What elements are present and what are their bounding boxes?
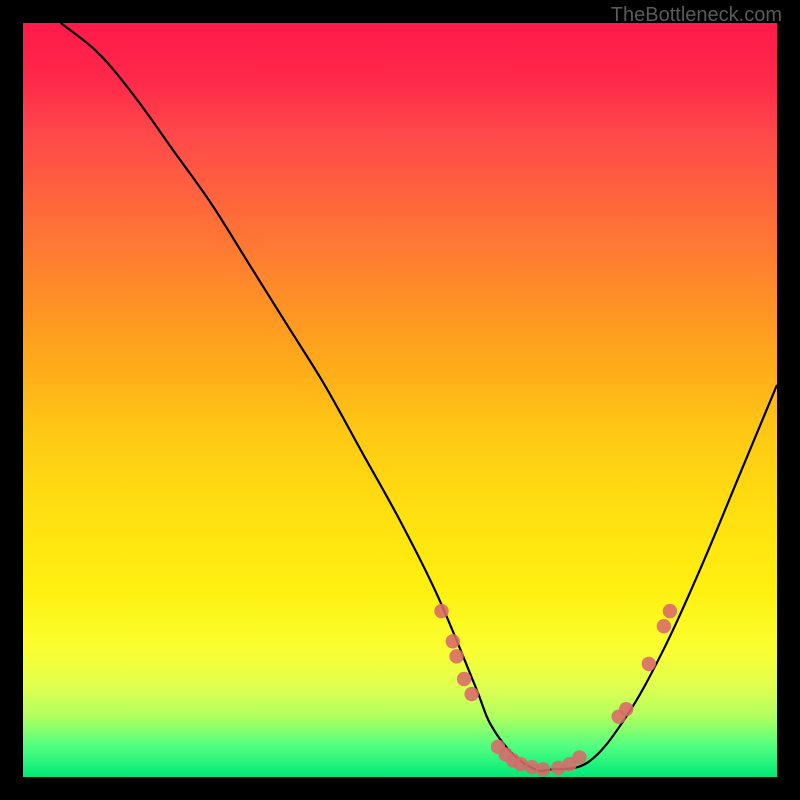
- data-point: [434, 604, 448, 618]
- data-point: [642, 657, 656, 671]
- data-point: [446, 634, 460, 648]
- chart-svg: [23, 23, 777, 777]
- chart-plot-area: [23, 23, 777, 777]
- data-point: [657, 619, 671, 633]
- highlight-dots: [434, 604, 677, 777]
- data-point: [619, 702, 633, 716]
- data-point: [536, 762, 550, 776]
- watermark-text: TheBottleneck.com: [611, 4, 782, 27]
- data-point: [572, 750, 586, 764]
- data-point: [464, 687, 478, 701]
- data-point: [457, 672, 471, 686]
- bottleneck-curve-line: [61, 23, 777, 771]
- data-point: [449, 649, 463, 663]
- data-point: [663, 604, 677, 618]
